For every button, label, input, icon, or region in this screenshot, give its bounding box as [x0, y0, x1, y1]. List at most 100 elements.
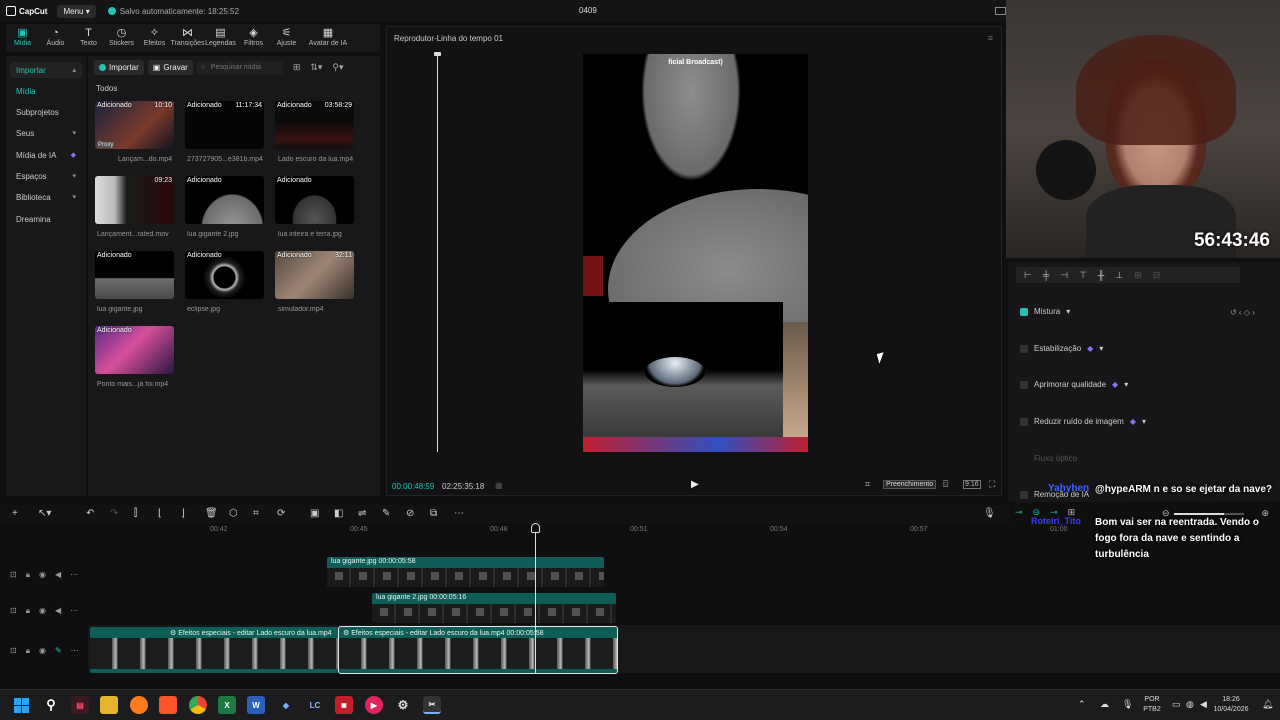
- import-button[interactable]: Importar: [94, 60, 144, 75]
- rotate-icon[interactable]: ⊘: [406, 508, 414, 519]
- brave-icon[interactable]: [159, 696, 177, 714]
- crop-icon[interactable]: ⌗: [865, 479, 870, 490]
- clip-main-1[interactable]: ⚙ Efeitos especiais - editar Lado escuro…: [90, 627, 338, 673]
- checkbox-icon[interactable]: [1020, 490, 1028, 499]
- lock-icon[interactable]: 🔒︎: [26, 606, 30, 616]
- tray-chevron-icon[interactable]: ⌃: [1078, 699, 1086, 709]
- prop-mix[interactable]: Mistura ▾: [1020, 307, 1070, 316]
- firefox-icon[interactable]: [130, 696, 148, 714]
- prop-enhance-quality[interactable]: Aprimorar qualidade ◆ ▾: [1020, 380, 1128, 389]
- app-icon-4[interactable]: ▣: [335, 696, 353, 714]
- redo-icon[interactable]: ↷: [110, 508, 118, 519]
- tool-audio[interactable]: ◔ Áudio: [39, 24, 72, 48]
- fill-mode-button[interactable]: Preenchimento: [883, 480, 937, 489]
- select-tool-icon[interactable]: ↖▾: [38, 508, 51, 519]
- tray-cloud-icon[interactable]: ☁: [1100, 699, 1109, 709]
- sidebar-item-yours[interactable]: Seus ▾: [10, 125, 82, 141]
- chrome-icon[interactable]: [189, 696, 207, 714]
- windows-start-icon[interactable]: [12, 696, 30, 714]
- notification-icon[interactable]: 🔔︎: [1262, 699, 1273, 709]
- tool-adjust[interactable]: ⚟ Ajuste: [270, 24, 303, 48]
- media-thumb-4[interactable]: Adicionado: [185, 176, 264, 224]
- play-icon[interactable]: ▶: [691, 479, 699, 490]
- record-button[interactable]: ▣ Gravar: [147, 60, 193, 75]
- search-input[interactable]: Pesquisar mídia: [196, 60, 283, 75]
- undo-icon[interactable]: ↶: [86, 508, 94, 519]
- link-icon[interactable]: ⊸: [1015, 507, 1023, 518]
- media-thumb-1[interactable]: Adicionado 11:17:34: [185, 101, 264, 149]
- search-icon[interactable]: ⚲: [42, 696, 60, 714]
- reset-icon[interactable]: ↺: [1230, 308, 1237, 317]
- more-icon[interactable]: ⋯: [71, 646, 79, 656]
- lock-icon[interactable]: 🔒︎: [26, 646, 30, 656]
- checkbox-icon[interactable]: [1020, 380, 1028, 389]
- align-right-icon[interactable]: ⊣: [1060, 270, 1068, 281]
- fullscreen-icon[interactable]: ⛶: [989, 479, 995, 490]
- checkbox-icon[interactable]: [1020, 307, 1028, 316]
- sort-icon[interactable]: ⇅▾: [310, 62, 322, 73]
- prop-reduce-noise[interactable]: Reduzir ruído de imagem ◆ ▾: [1020, 417, 1146, 426]
- image-edit-icon[interactable]: ⧉: [430, 508, 437, 519]
- timeline-playhead[interactable]: [535, 523, 536, 673]
- media-thumb-0[interactable]: Adicionado 10:10 Proxy: [95, 101, 174, 149]
- tool-stickers[interactable]: ◷ Stickers: [105, 24, 138, 48]
- split-left-icon[interactable]: ⌊: [158, 508, 162, 519]
- word-icon[interactable]: W: [247, 696, 265, 714]
- split-right-icon[interactable]: ⌋: [181, 508, 185, 519]
- sidebar-item-subprojects[interactable]: Subprojetos: [10, 104, 82, 120]
- crop-tool-icon[interactable]: ⌗: [253, 508, 259, 519]
- grid-view-icon[interactable]: ⊞: [293, 62, 301, 73]
- clip-main-2[interactable]: ⚙ Efeitos especiais - editar Lado escuro…: [338, 626, 618, 674]
- align-top-icon[interactable]: ⊤: [1079, 270, 1087, 281]
- split-icon[interactable]: ⫿: [134, 508, 137, 519]
- network-icon[interactable]: ◍: [1186, 699, 1194, 709]
- tray-mic-icon[interactable]: 🎙: [1122, 699, 1133, 709]
- window-layout-icon[interactable]: [995, 7, 1006, 15]
- sidebar-item-spaces[interactable]: Espaços ▾: [10, 168, 82, 184]
- prop-stabilization[interactable]: Estabilização ◆ ▾: [1020, 344, 1103, 353]
- screenshot-icon[interactable]: ⌼: [943, 479, 948, 490]
- media-thumb-2[interactable]: Adicionado 03:58:29: [275, 101, 354, 149]
- distribute-v-icon[interactable]: ⊟: [1153, 270, 1161, 281]
- tool-filters[interactable]: ◈ Filtros: [237, 24, 270, 48]
- tray-display-icon[interactable]: ▭: [1172, 699, 1181, 709]
- sidebar-item-media[interactable]: Mídia: [10, 83, 82, 99]
- magic-icon[interactable]: ✎: [382, 508, 390, 519]
- media-thumb-9[interactable]: Adicionado: [95, 326, 174, 374]
- eye-icon[interactable]: ◉: [39, 606, 46, 616]
- media-thumb-5[interactable]: Adicionado: [275, 176, 354, 224]
- tool-ai-avatar[interactable]: ▦ Avatar de IA: [303, 24, 353, 48]
- delete-icon[interactable]: 🗑: [205, 508, 218, 519]
- filter-icon[interactable]: ⚲▾: [332, 62, 343, 73]
- eye-icon[interactable]: ◉: [39, 570, 46, 580]
- checkbox-icon[interactable]: [1020, 417, 1028, 426]
- reverse-icon[interactable]: ◧: [334, 508, 343, 519]
- aspect-ratio-button[interactable]: 9:16: [963, 480, 981, 489]
- menu-button[interactable]: Menu ▾: [57, 4, 96, 18]
- add-track-icon[interactable]: +: [12, 508, 18, 519]
- more-icon[interactable]: ⋯: [70, 570, 78, 580]
- clip-overlay-2[interactable]: lua gigante 2.jpg 00:00:05:16: [372, 593, 616, 623]
- more-icon[interactable]: ⋯: [70, 606, 78, 616]
- mirror-icon[interactable]: ⇌: [358, 508, 366, 519]
- tool-effects[interactable]: ✧ Efeitos: [138, 24, 171, 48]
- media-player-icon[interactable]: ▶: [365, 696, 383, 714]
- speed-icon[interactable]: ⟳: [277, 508, 285, 519]
- file-explorer-icon[interactable]: [100, 696, 118, 714]
- align-middle-icon[interactable]: ╫: [1098, 270, 1104, 280]
- align-center-icon[interactable]: ╪: [1043, 270, 1049, 280]
- media-thumb-3[interactable]: 09:23: [95, 176, 174, 224]
- distribute-h-icon[interactable]: ⊞: [1134, 270, 1142, 281]
- sidebar-item-ai-media[interactable]: Mídia de IA ◆: [10, 147, 82, 163]
- audio-wave-icon[interactable]: ⋯: [454, 508, 464, 519]
- player-menu-icon[interactable]: ≡: [988, 33, 993, 43]
- microphone-icon[interactable]: 🎙: [983, 508, 996, 519]
- media-thumb-8[interactable]: Adicionado 32:11: [275, 251, 354, 299]
- volume-icon[interactable]: ◀︎: [55, 570, 61, 580]
- capcut-taskbar-icon[interactable]: ✂: [423, 696, 441, 714]
- excel-icon[interactable]: X: [218, 696, 236, 714]
- timecode-grid-icon[interactable]: ▦: [495, 481, 503, 490]
- tool-media[interactable]: ▣ Mídia: [6, 24, 39, 48]
- volume-icon[interactable]: ◀︎: [55, 606, 61, 616]
- prop-optical-flow[interactable]: Fluxo óptico: [1020, 454, 1077, 463]
